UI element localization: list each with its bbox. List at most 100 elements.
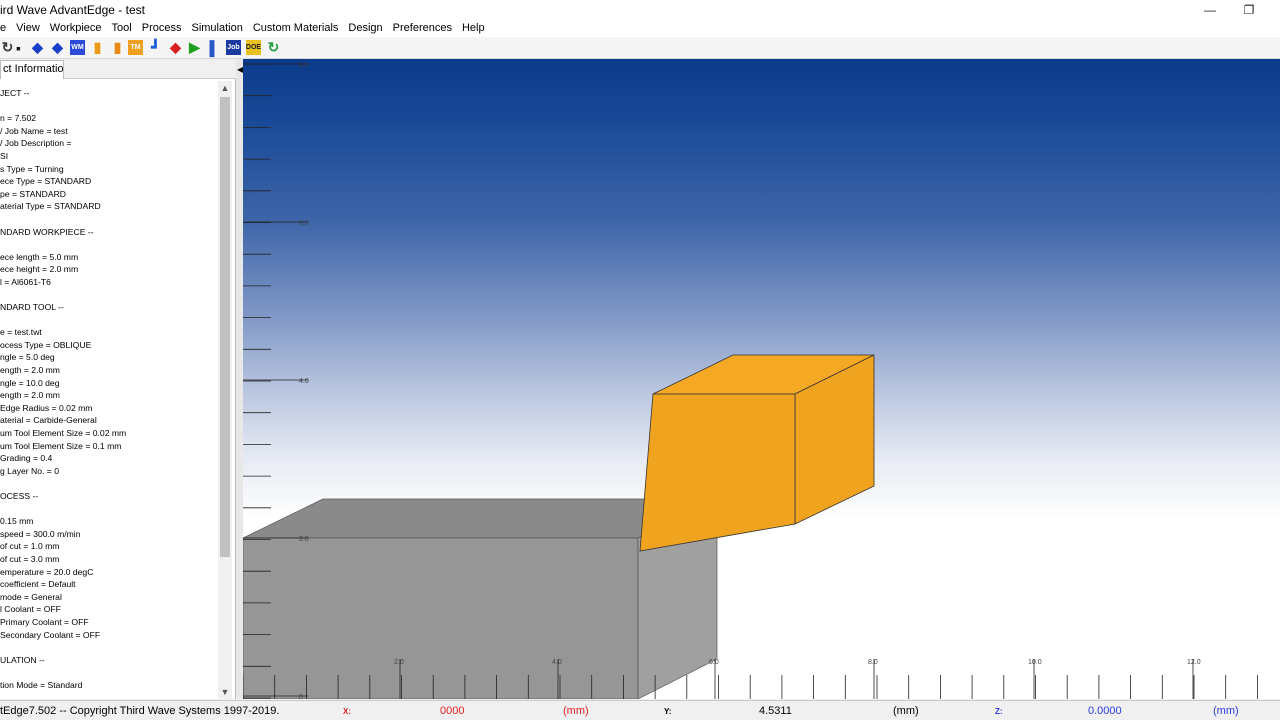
info-line — [0, 238, 124, 251]
info-line: ocess Type = OBLIQUE — [0, 339, 92, 350]
restore-button[interactable]: ❐ — [1229, 0, 1269, 20]
info-line — [0, 100, 124, 113]
refresh-icon[interactable]: ↻ — [266, 39, 281, 55]
y-coord-label: Y: — [664, 707, 672, 716]
info-line: NDARD TOOL -- — [0, 302, 64, 313]
project-info-text-area: JECT -- n = 7.502/ Job Name = test / Job D… — [0, 87, 218, 699]
menu-process[interactable]: Process — [137, 20, 187, 37]
info-line: tion Mode = Standard — [0, 679, 83, 690]
results-icon[interactable]: ▌ — [207, 40, 222, 56]
info-line: l = Al6061-T6 — [0, 276, 51, 287]
info-line: um Tool Element Size = 0.1 mm — [0, 440, 122, 451]
info-line — [0, 477, 124, 490]
x-axis-label: 10.0 — [1028, 659, 1042, 666]
y-axis-label: 6.0 — [299, 220, 309, 227]
y-axis-label: 0 — [299, 694, 303, 699]
info-line: mode = General — [0, 591, 62, 602]
menu-tool[interactable]: Tool — [107, 20, 137, 37]
minimize-button[interactable]: — — [1190, 0, 1230, 20]
info-line: ece length = 5.0 mm — [0, 251, 79, 262]
doe-icon[interactable]: DOE — [246, 40, 261, 55]
menu-simulation[interactable]: Simulation — [186, 20, 247, 37]
z-coord-label: Z: — [995, 707, 1003, 716]
info-line: um Tool Element Size = 0.02 mm — [0, 428, 127, 439]
info-line: NDARD WORKPIECE -- — [0, 226, 94, 237]
menu-preferences[interactable]: Preferences — [388, 20, 457, 37]
info-line: ength = 2.0 mm — [0, 365, 60, 376]
info-line — [0, 641, 124, 654]
tool-material-icon[interactable]: TM — [128, 40, 143, 55]
scroll-down-icon[interactable]: ▼ — [218, 685, 232, 699]
panel-splitter[interactable]: ◀ — [236, 59, 243, 699]
project-information-panel: ct Information JECT -- n = 7.502/ Job Nam… — [0, 59, 236, 699]
tool-view-icon[interactable]: ◆ — [50, 39, 65, 55]
tool-icon[interactable]: ▮ — [90, 39, 105, 55]
menu-workpiece[interactable]: Workpiece — [45, 20, 107, 37]
info-line — [0, 503, 124, 516]
info-line: SI — [0, 150, 9, 161]
x-coord-value: 0000 — [440, 705, 465, 717]
info-line: Secondary Coolant = OFF — [0, 629, 101, 640]
info-line: ece Type = STANDARD — [0, 176, 92, 187]
info-line: OCESS -- — [0, 491, 39, 501]
x-axis-label: 2.0 — [394, 659, 404, 666]
x-coord-label: X: — [343, 707, 351, 716]
status-bar: tEdge7.502 -- Copyright Third Wave Syste… — [0, 700, 1280, 720]
process-icon[interactable]: ┛ — [148, 39, 163, 55]
info-line: ece height = 2.0 mm — [0, 264, 79, 275]
z-coord-unit: (mm) — [1213, 705, 1239, 717]
3d-viewport[interactable]: 8.0 6.0 4.0 2.0 0 2.0 4.0 6.0 8.0 10.0 12.0 — [243, 59, 1280, 699]
info-line — [0, 666, 124, 679]
tool-front-face — [639, 393, 796, 552]
menu-design[interactable]: Design — [343, 20, 387, 37]
menu-bar: e View Workpiece Tool Process Simulation Custo… — [0, 20, 1280, 37]
workpiece-material-icon[interactable]: WM — [70, 40, 85, 55]
info-line: Primary Coolant = OFF — [0, 616, 89, 627]
y-coord-unit: (mm) — [893, 705, 919, 717]
info-line: s Type = Turning — [0, 163, 64, 174]
info-line: aterial = Carbide-General — [0, 415, 97, 426]
title-bar: ird Wave AdvantEdge - test — ❐ — [0, 0, 1280, 20]
info-line: / Job Description = — [0, 138, 72, 149]
scene-canvas[interactable]: 8.0 6.0 4.0 2.0 0 2.0 4.0 6.0 8.0 10.0 12.0 — [243, 59, 1280, 699]
scroll-up-icon[interactable]: ▲ — [218, 81, 232, 95]
tab-project-information[interactable]: ct Information — [0, 60, 64, 79]
x-axis-label: 6.0 — [709, 659, 719, 666]
panel-scrollbar[interactable]: ▲ ▼ — [218, 81, 232, 699]
workpiece-view-icon[interactable]: ◆ — [30, 39, 45, 55]
info-line: of cut = 3.0 mm — [0, 553, 60, 564]
run-icon[interactable]: ▶ — [187, 39, 202, 55]
toolbar: ↻ ▪ ◆ ◆ WM ▮ ▮ TM ┛ ◆ ▶ ▌ Job DOE ↻ — [0, 37, 1280, 59]
menu-view[interactable]: View — [11, 20, 45, 37]
job-icon[interactable]: Job — [226, 40, 241, 55]
info-line: e = test.twt — [0, 327, 42, 338]
info-line: pe = STANDARD — [0, 188, 66, 199]
info-line: coefficient = Default — [0, 579, 76, 590]
info-line: l Coolant = OFF — [0, 604, 61, 615]
z-coord-value: 0.0000 — [1088, 705, 1122, 717]
info-line: JECT -- — [0, 88, 30, 98]
menu-help[interactable]: Help — [457, 20, 490, 37]
save-icon[interactable]: ▪ — [11, 40, 26, 56]
info-line: ULATION -- — [0, 654, 45, 665]
info-line: ength = 2.0 mm — [0, 390, 60, 401]
menu-e[interactable]: e — [0, 20, 11, 37]
menu-custom-materials[interactable]: Custom Materials — [248, 20, 344, 37]
y-axis-label: 4.0 — [299, 378, 309, 385]
info-line: emperature = 20.0 degC — [0, 566, 94, 577]
tool-edge-icon[interactable]: ▮ — [110, 39, 125, 55]
x-axis-label: 12.0 — [1187, 659, 1201, 666]
simulation-icon[interactable]: ◆ — [168, 39, 183, 55]
y-axis-label: 8.0 — [299, 62, 309, 69]
copyright-text: tEdge7.502 -- Copyright Third Wave Syste… — [0, 705, 280, 717]
workpiece-front-face — [243, 537, 639, 699]
info-line: Edge Radius = 0.02 mm — [0, 402, 93, 413]
info-line — [0, 289, 124, 302]
x-axis-label: 4.0 — [552, 659, 562, 666]
info-line: / Job Name = test — [0, 125, 68, 136]
info-line: speed = 300.0 m/min — [0, 528, 81, 539]
info-line: 0.15 mm — [0, 516, 34, 527]
scroll-thumb[interactable] — [220, 97, 230, 557]
info-line: of cut = 1.0 mm — [0, 541, 60, 552]
info-line: aterial Type = STANDARD — [0, 201, 101, 212]
